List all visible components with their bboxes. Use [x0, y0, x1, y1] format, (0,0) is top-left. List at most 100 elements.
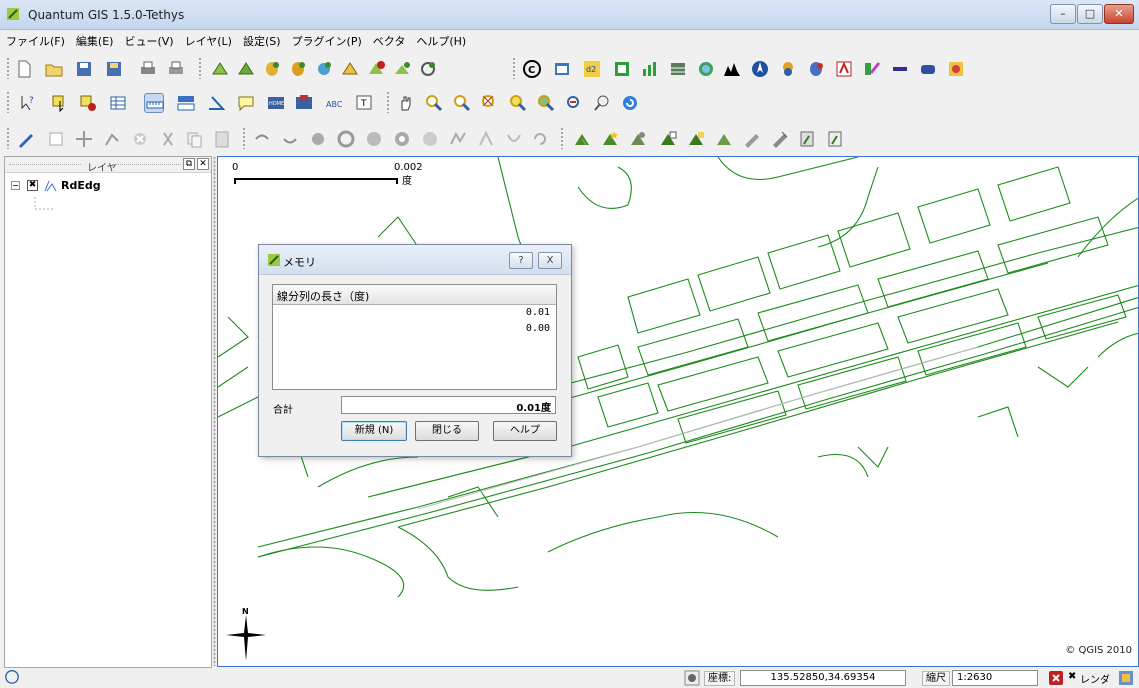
close-dialog-button[interactable]: 閉じる: [415, 421, 479, 441]
menu-help[interactable]: ヘルプ(H): [410, 30, 471, 49]
copy-features-icon[interactable]: [184, 129, 204, 149]
menu-edit[interactable]: 編集(E): [70, 30, 119, 49]
plugin-chart-icon[interactable]: [640, 59, 660, 79]
copyright-label-icon[interactable]: C: [522, 59, 542, 79]
undo-icon[interactable]: [252, 129, 272, 149]
zoom-last-icon[interactable]: [564, 93, 584, 113]
plugin-paint-icon[interactable]: [862, 59, 882, 79]
plugin-python-icon[interactable]: [778, 59, 798, 79]
plugin-scale-icon[interactable]: [890, 59, 910, 79]
rotate-icon[interactable]: [530, 129, 550, 149]
remove-layer-icon[interactable]: [366, 59, 386, 79]
add-raster-layer-icon[interactable]: [236, 59, 256, 79]
minimize-button[interactable]: –: [1050, 4, 1076, 24]
refresh-icon[interactable]: [620, 93, 640, 113]
raster-edit-icon[interactable]: [658, 129, 678, 149]
show-bookmarks-icon[interactable]: [294, 93, 314, 113]
scale-field[interactable]: 1:2630: [952, 670, 1038, 686]
list-item[interactable]: 0.00: [273, 321, 556, 337]
plugin-green-icon[interactable]: [612, 59, 632, 79]
render-checkbox[interactable]: ✖: [1068, 671, 1076, 682]
toolbar-grip[interactable]: [6, 57, 10, 79]
form-annotation-icon[interactable]: T: [354, 93, 374, 113]
plugin-profile-icon[interactable]: [722, 59, 742, 79]
float-panel-button[interactable]: ⧉: [183, 158, 195, 170]
raster-doc-icon[interactable]: [798, 129, 818, 149]
toolbar-grip[interactable]: [512, 57, 516, 79]
coord-field[interactable]: 135.52850,34.69354: [740, 670, 906, 686]
zoom-layer-icon[interactable]: [536, 93, 556, 113]
layer-visibility-checkbox[interactable]: ✖: [27, 180, 38, 191]
dialog-close-button[interactable]: X: [538, 252, 562, 269]
segment-list[interactable]: 線分列の長さ（度) 0.01 0.00: [272, 284, 557, 390]
column-header[interactable]: 線分列の長さ（度): [273, 285, 556, 305]
add-ring-icon[interactable]: [336, 129, 356, 149]
add-island-icon[interactable]: [364, 129, 384, 149]
dialog-help-button[interactable]: ?: [509, 252, 533, 269]
raster-pencil-icon[interactable]: [742, 129, 762, 149]
zoom-in-icon[interactable]: [424, 93, 444, 113]
distance-icon[interactable]: d2: [582, 59, 602, 79]
toolbar-grip[interactable]: [560, 127, 564, 149]
new-button[interactable]: 新規 (N): [341, 421, 407, 441]
deselect-features-icon[interactable]: [78, 93, 98, 113]
zoom-full-icon[interactable]: [480, 93, 500, 113]
raster-grid-icon[interactable]: [714, 129, 734, 149]
delete-part-icon[interactable]: [420, 129, 440, 149]
raster-open-icon[interactable]: [686, 129, 706, 149]
add-spatialite-layer-icon[interactable]: [288, 59, 308, 79]
whats-this-icon[interactable]: ?: [18, 93, 38, 113]
gps-tools-icon[interactable]: [418, 59, 438, 79]
projection-icon[interactable]: [1118, 670, 1134, 686]
cut-features-icon[interactable]: [158, 129, 178, 149]
split-features-icon[interactable]: [476, 129, 496, 149]
toggle-editing-icon[interactable]: [16, 129, 36, 149]
toolbar-grip[interactable]: [242, 127, 246, 149]
zoom-out-icon[interactable]: [452, 93, 472, 113]
pan-icon[interactable]: [396, 93, 416, 113]
toolbar-grip[interactable]: [6, 91, 10, 113]
table-icon[interactable]: [552, 59, 572, 79]
plugin-car-icon[interactable]: [918, 59, 938, 79]
plugin-image-icon[interactable]: [946, 59, 966, 79]
add-vector-layer-icon[interactable]: [210, 59, 230, 79]
plugin-globe-icon[interactable]: [696, 59, 716, 79]
open-project-icon[interactable]: [44, 59, 64, 79]
panel-splitter[interactable]: [213, 156, 216, 666]
raster-settings-icon[interactable]: [628, 129, 648, 149]
collapse-toggle[interactable]: −: [11, 181, 20, 190]
zoom-selection-icon[interactable]: [508, 93, 528, 113]
toolbar-grip[interactable]: [386, 91, 390, 113]
plugin-grid-icon[interactable]: [668, 59, 688, 79]
paste-features-icon[interactable]: [212, 129, 232, 149]
new-project-icon[interactable]: [14, 59, 34, 79]
print-icon[interactable]: [166, 59, 186, 79]
toolbar-grip[interactable]: [6, 127, 10, 149]
add-postgis-layer-icon[interactable]: [262, 59, 282, 79]
add-wfs-layer-icon[interactable]: [340, 59, 360, 79]
menu-plugins[interactable]: プラグイン(P): [286, 30, 367, 49]
dialog-title-bar[interactable]: メモリ ? X: [259, 245, 571, 275]
redo-icon[interactable]: [280, 129, 300, 149]
info-icon[interactable]: [4, 668, 20, 684]
new-vector-layer-icon[interactable]: [392, 59, 412, 79]
select-features-icon[interactable]: [50, 93, 70, 113]
measure-line-icon[interactable]: [144, 93, 164, 113]
simplify-feature-icon[interactable]: [308, 129, 328, 149]
toolbar-grip[interactable]: [198, 57, 202, 79]
print-composer-icon[interactable]: [138, 59, 158, 79]
raster-star-icon[interactable]: [600, 129, 620, 149]
measure-area-icon[interactable]: [176, 93, 196, 113]
menu-vector[interactable]: ベクタ: [367, 30, 411, 49]
save-as-icon[interactable]: [104, 59, 124, 79]
raster-layer-icon[interactable]: [572, 129, 592, 149]
menu-view[interactable]: ビュー(V): [118, 30, 178, 49]
plugin-db-icon[interactable]: [806, 59, 826, 79]
delete-selected-icon[interactable]: [130, 129, 150, 149]
add-wms-layer-icon[interactable]: [314, 59, 334, 79]
menu-layer[interactable]: レイヤ(L): [179, 30, 237, 49]
close-panel-button[interactable]: ✕: [197, 158, 209, 170]
attribute-table-icon[interactable]: [108, 93, 128, 113]
raster-tools-icon[interactable]: [770, 129, 790, 149]
plugin-north-icon[interactable]: [750, 59, 770, 79]
